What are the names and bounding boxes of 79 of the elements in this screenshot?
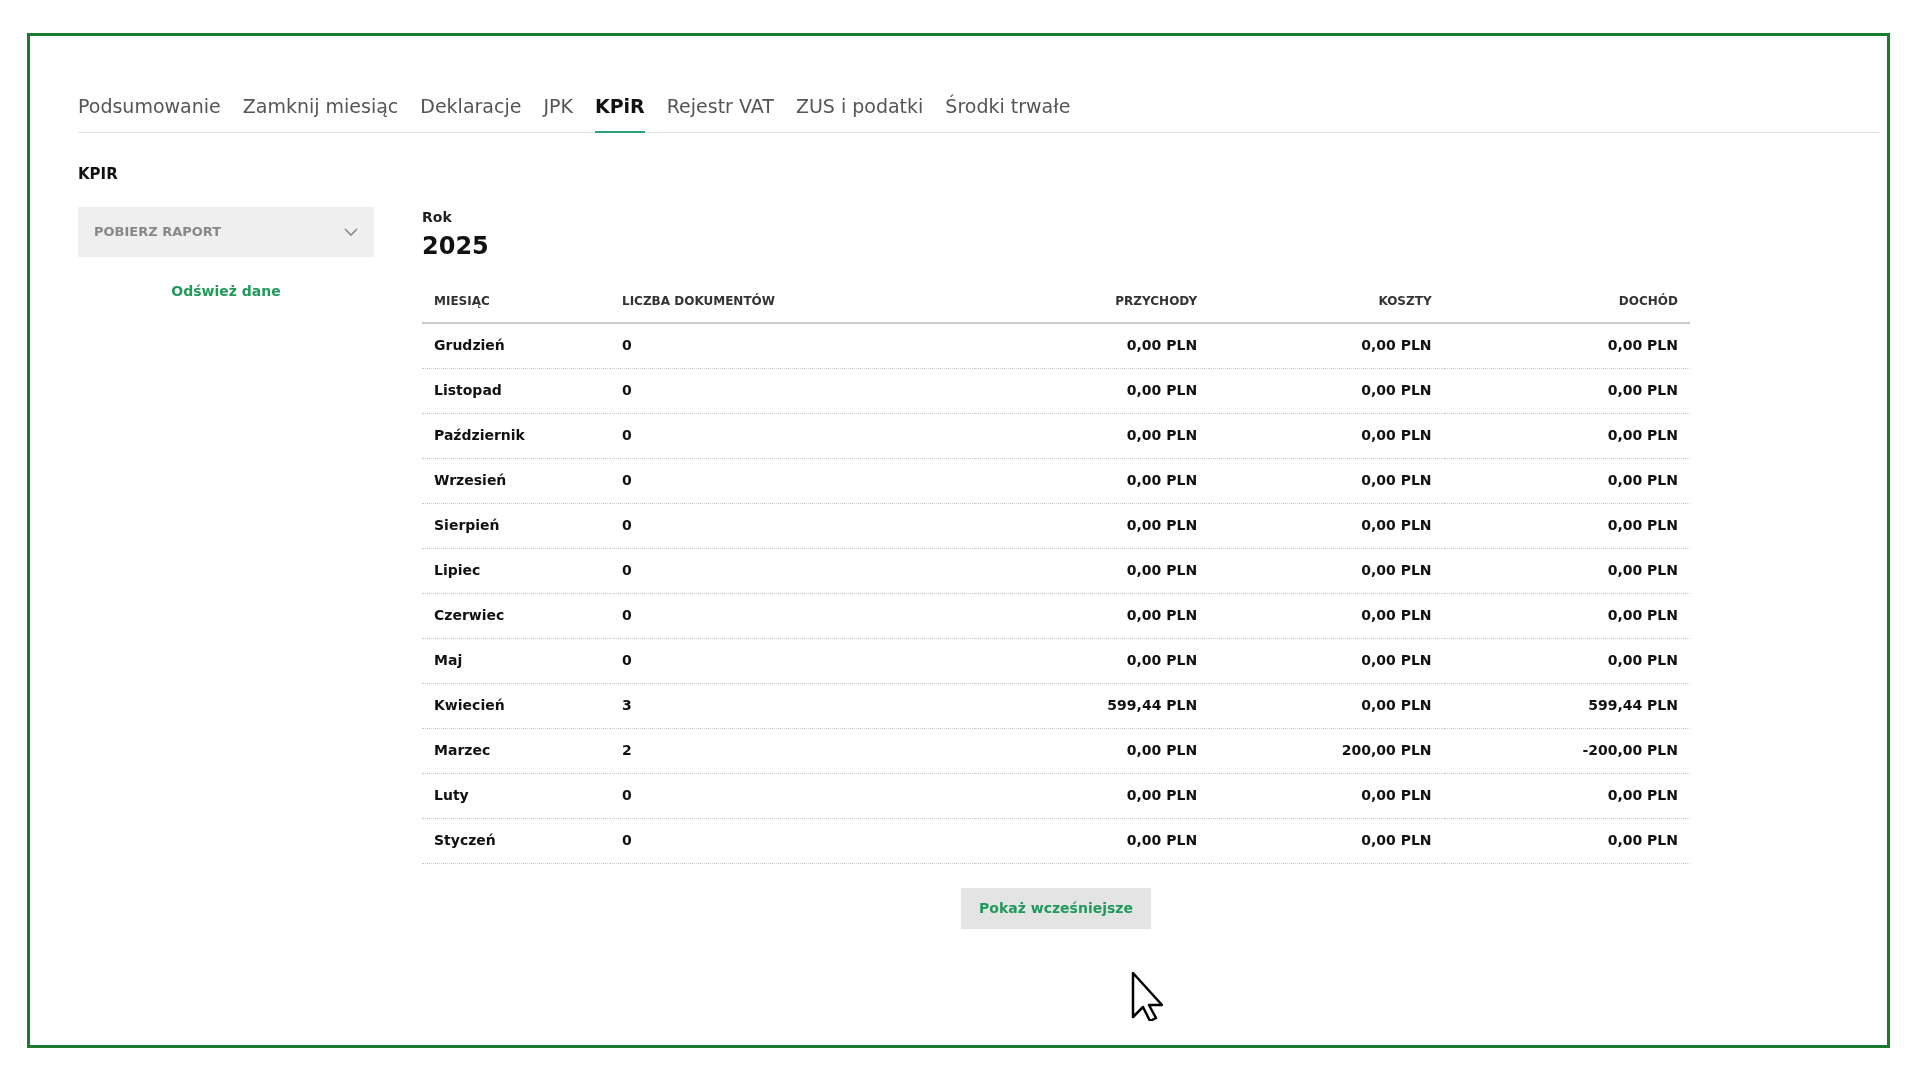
table-cell: 0,00 PLN bbox=[974, 773, 1210, 818]
table-cell: 0 bbox=[610, 773, 975, 818]
table-cell: 0 bbox=[610, 503, 975, 548]
table-cell: Wrzesień bbox=[422, 458, 610, 503]
table-cell: 0 bbox=[610, 368, 975, 413]
column-header: PRZYCHODY bbox=[974, 280, 1210, 323]
table-cell: 0,00 PLN bbox=[1209, 458, 1444, 503]
table-cell: 0,00 PLN bbox=[1443, 593, 1690, 638]
table-cell: 0,00 PLN bbox=[1443, 323, 1690, 368]
table-cell: 0,00 PLN bbox=[1209, 773, 1444, 818]
table-cell: Październik bbox=[422, 413, 610, 458]
chevron-down-icon bbox=[344, 227, 358, 237]
table-cell: 0,00 PLN bbox=[1443, 503, 1690, 548]
table-cell: 0,00 PLN bbox=[1443, 368, 1690, 413]
table-cell: 0,00 PLN bbox=[974, 548, 1210, 593]
table-cell: 3 bbox=[610, 683, 975, 728]
column-header: KOSZTY bbox=[1209, 280, 1444, 323]
table-cell: 0,00 PLN bbox=[1443, 773, 1690, 818]
table-cell: 599,44 PLN bbox=[974, 683, 1210, 728]
table-cell: 0,00 PLN bbox=[1443, 638, 1690, 683]
table-cell: 0,00 PLN bbox=[974, 593, 1210, 638]
table-cell: 0,00 PLN bbox=[974, 638, 1210, 683]
table-cell: 0,00 PLN bbox=[1443, 818, 1690, 863]
table-cell: Luty bbox=[422, 773, 610, 818]
refresh-data-link[interactable]: Odśwież dane bbox=[171, 281, 281, 302]
table-cell: 0,00 PLN bbox=[1209, 413, 1444, 458]
table-cell: 0,00 PLN bbox=[1209, 323, 1444, 368]
table-cell: Maj bbox=[422, 638, 610, 683]
table-cell: Styczeń bbox=[422, 818, 610, 863]
nav-tab[interactable]: Rejestr VAT bbox=[666, 92, 774, 133]
table-cell: 0,00 PLN bbox=[1209, 503, 1444, 548]
table-cell: -200,00 PLN bbox=[1443, 728, 1690, 773]
table-cell: Sierpień bbox=[422, 503, 610, 548]
table-cell: 0,00 PLN bbox=[974, 818, 1210, 863]
table-cell: 599,44 PLN bbox=[1443, 683, 1690, 728]
table-cell: 0,00 PLN bbox=[974, 368, 1210, 413]
table-cell: 200,00 PLN bbox=[1209, 728, 1444, 773]
table-cell: 0,00 PLN bbox=[974, 323, 1210, 368]
table-cell: 0 bbox=[610, 323, 975, 368]
table-cell: 0,00 PLN bbox=[1209, 818, 1444, 863]
table-cell: 0,00 PLN bbox=[1443, 458, 1690, 503]
table-cell: 0,00 PLN bbox=[1443, 413, 1690, 458]
table-cell: 0,00 PLN bbox=[1209, 368, 1444, 413]
year-value: 2025 bbox=[422, 231, 490, 262]
nav-tab[interactable]: ZUS i podatki bbox=[795, 92, 924, 133]
column-header: MIESIĄC bbox=[422, 280, 610, 323]
table-cell: 0,00 PLN bbox=[974, 458, 1210, 503]
table-cell: Kwiecień bbox=[422, 683, 610, 728]
nav-tab[interactable]: Środki trwałe bbox=[945, 92, 1071, 133]
column-header: LICZBA DOKUMENTÓW bbox=[610, 280, 975, 323]
nav-tab[interactable]: Deklaracje bbox=[420, 92, 522, 133]
section-title: KPIR bbox=[78, 163, 119, 185]
nav-tab[interactable]: Podsumowanie bbox=[78, 92, 221, 133]
table-cell: 0 bbox=[610, 413, 975, 458]
table-cell: Listopad bbox=[422, 368, 610, 413]
table-cell: 0 bbox=[610, 548, 975, 593]
table-cell: Marzec bbox=[422, 728, 610, 773]
table-cell: 0,00 PLN bbox=[1209, 593, 1444, 638]
table-cell: 2 bbox=[610, 728, 975, 773]
table-cell: 0,00 PLN bbox=[974, 503, 1210, 548]
table-cell: Czerwiec bbox=[422, 593, 610, 638]
column-header: DOCHÓD bbox=[1443, 280, 1690, 323]
table-cell: 0 bbox=[610, 593, 975, 638]
table-cell: 0,00 PLN bbox=[974, 728, 1210, 773]
nav-tab[interactable]: Zamknij miesiąc bbox=[242, 92, 399, 133]
table-cell: 0,00 PLN bbox=[1209, 548, 1444, 593]
table-cell: Lipiec bbox=[422, 548, 610, 593]
table-cell: 0 bbox=[610, 818, 975, 863]
year-label: Rok bbox=[422, 208, 453, 227]
nav-tab[interactable]: JPK bbox=[543, 92, 573, 133]
nav-tab[interactable]: KPiR bbox=[594, 92, 645, 133]
table-cell: 0,00 PLN bbox=[1209, 683, 1444, 728]
table-cell: 0,00 PLN bbox=[974, 413, 1210, 458]
table-cell: 0,00 PLN bbox=[1443, 548, 1690, 593]
table-cell: 0 bbox=[610, 458, 975, 503]
table-cell: Grudzień bbox=[422, 323, 610, 368]
mouse-cursor-icon bbox=[1131, 971, 1163, 1021]
table-cell: 0 bbox=[610, 638, 975, 683]
table-cell: 0,00 PLN bbox=[1209, 638, 1444, 683]
